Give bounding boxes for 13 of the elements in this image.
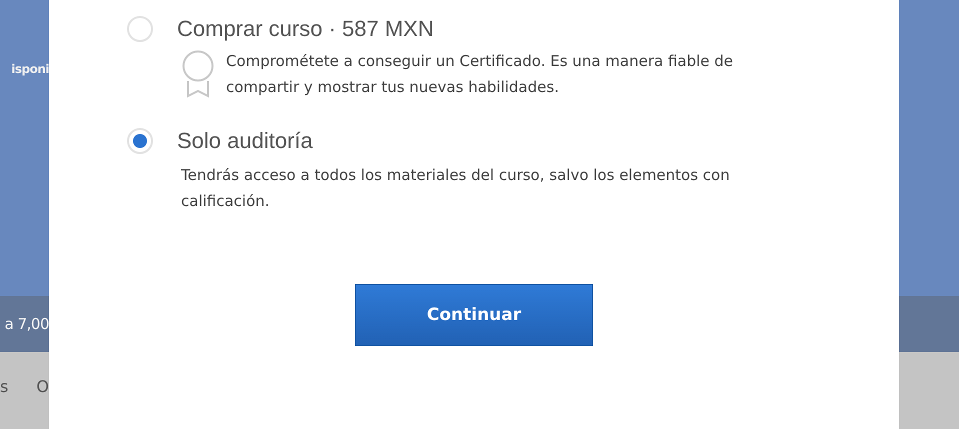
info-band [899, 296, 959, 352]
option-title: Comprar curso · 587 MXN [177, 16, 434, 42]
continue-button[interactable]: Continuar [355, 284, 593, 346]
band-text: a 7,00 [4, 315, 49, 333]
option-title: Solo auditoría [177, 128, 313, 154]
radio-button[interactable] [127, 128, 153, 154]
radio-button[interactable] [127, 16, 153, 42]
banner-text: isponi [11, 62, 49, 76]
nav-item[interactable]: O [36, 377, 49, 396]
nav-item[interactable]: s [0, 377, 8, 396]
certificate-icon [182, 50, 214, 98]
option-description: Comprométete a conseguir un Certificado. Es una manera fiable de compartir y mostrar tus nuevas habilidades. [226, 51, 734, 98]
option-description: Tendrás acceso a todos los materiales del curso, salvo los elementos con calificación. [181, 165, 731, 212]
